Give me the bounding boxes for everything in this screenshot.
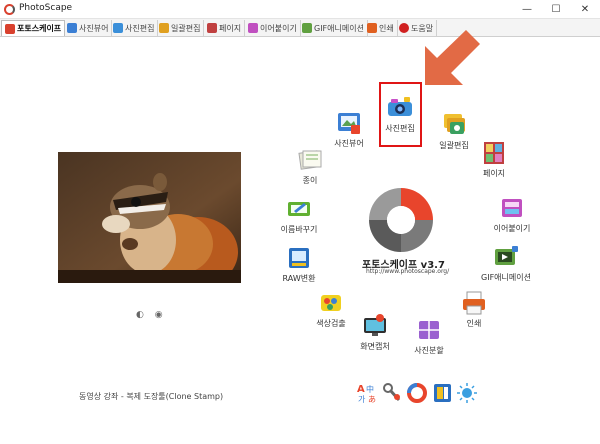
menu-animated-gif[interactable]: GIF애니메이션 [476, 243, 536, 283]
tab-combine[interactable]: 이어붙이기 [245, 20, 301, 36]
print-icon [367, 23, 377, 33]
tab-label: 페이지 [219, 23, 242, 33]
photoscape-x-icon[interactable] [407, 382, 428, 404]
tab-label: 포토스케이프 [17, 24, 62, 33]
menu-rename[interactable]: 이름바꾸기 [269, 195, 329, 235]
photo-viewer-icon [338, 113, 360, 134]
menu-label: GIF애니메이션 [481, 273, 531, 282]
combine-icon [248, 23, 258, 33]
menu-label: 이어붙이기 [493, 224, 531, 233]
tab-label: 사진뷰어 [79, 23, 109, 33]
pointer-arrow [425, 30, 480, 85]
page-icon [484, 142, 504, 164]
animated-gif-icon [495, 246, 518, 265]
splitter-icon [419, 321, 439, 339]
menu-photo-editor[interactable]: 사진편집 [370, 94, 430, 134]
menu-splitter[interactable]: 사진분할 [399, 316, 459, 356]
menu-color-picker[interactable]: 색상검출 [301, 289, 361, 329]
help-icon [399, 23, 409, 33]
screen-capture-icon [364, 314, 386, 336]
menu-page[interactable]: 페이지 [464, 139, 524, 179]
menu-label: 사진분할 [414, 346, 444, 355]
tab-label: 인쇄 [379, 23, 394, 33]
menu-paper[interactable]: 종이 [280, 146, 340, 186]
menu-label: 사진편집 [385, 124, 415, 133]
menu-label: 화면캡처 [360, 342, 390, 351]
menu-label: 색상검출 [316, 319, 346, 328]
menu-label: 이름바꾸기 [280, 225, 318, 234]
tab-label: 이어붙이기 [260, 23, 297, 33]
tab-label: 사진편집 [125, 23, 155, 33]
tab-home[interactable]: 포토스케이프 [1, 20, 66, 36]
tab-animated-gif[interactable]: GIF애니메이션 [299, 20, 368, 36]
svg-text:あ: あ [368, 395, 376, 404]
window-title: PhotoScape [19, 3, 73, 13]
tab-batch-editor[interactable]: 일괄편집 [156, 20, 205, 36]
photo-filter-icon[interactable] [432, 382, 453, 404]
color-picker-icon [321, 295, 341, 311]
tab-page[interactable]: 페이지 [204, 20, 246, 36]
tab-label: GIF애니메이션 [314, 23, 364, 33]
photo-editor-icon [113, 23, 123, 33]
title-bar: PhotoScape — ☐ ✕ [0, 0, 600, 19]
photoscape-app-icon [4, 4, 15, 15]
batch-editor-icon [159, 23, 169, 33]
animated-gif-icon [302, 23, 312, 33]
photoscape-logo [369, 188, 433, 252]
minimize-button[interactable]: — [512, 0, 542, 19]
batch-editor-icon [444, 114, 465, 134]
photo-navigation-controls[interactable]: ◐ ◉ [136, 310, 167, 320]
menu-label: RAW변환 [282, 274, 316, 283]
print-icon [463, 291, 485, 315]
tab-photo-editor[interactable]: 사진편집 [110, 20, 159, 36]
featured-photo[interactable] [58, 152, 241, 283]
bottom-toolbar: A 中 가 あ [357, 382, 478, 404]
page-icon [207, 23, 217, 33]
combine-icon [502, 199, 522, 217]
weather-icon[interactable] [457, 382, 478, 404]
close-button[interactable]: ✕ [570, 0, 600, 19]
language-icon[interactable]: A 中 가 あ [357, 382, 378, 404]
menu-label: 종이 [302, 176, 318, 185]
tab-print[interactable]: 인쇄 [364, 20, 398, 36]
svg-text:가: 가 [358, 395, 366, 404]
svg-text:中: 中 [366, 384, 374, 394]
menu-combine[interactable]: 이어붙이기 [482, 194, 542, 234]
brand-url[interactable]: http://www.photoscape.org/ [366, 268, 449, 275]
paper-icon [298, 150, 322, 170]
photo-editor-icon [388, 97, 412, 116]
tab-photo-viewer[interactable]: 사진뷰어 [64, 20, 113, 36]
video-tutorial-link[interactable]: 동영상 강좌 - 복제 도장툴(Clone Stamp) [79, 391, 223, 402]
tools-icon[interactable] [382, 382, 403, 404]
rename-icon [288, 202, 310, 216]
menu-raw-converter[interactable]: RAW변환 [269, 244, 329, 284]
tab-bar: 포토스케이프 사진뷰어 사진편집 일괄편집 페이지 이어붙이기 GIF애니메이션… [0, 19, 600, 37]
maximize-button[interactable]: ☐ [541, 0, 571, 19]
photoscape-home-icon [5, 23, 15, 34]
raw-converter-icon [289, 248, 309, 268]
svg-text:A: A [357, 384, 365, 395]
menu-label: 페이지 [482, 169, 506, 178]
tab-label: 일괄편집 [171, 23, 201, 33]
photo-viewer-icon [67, 23, 77, 33]
